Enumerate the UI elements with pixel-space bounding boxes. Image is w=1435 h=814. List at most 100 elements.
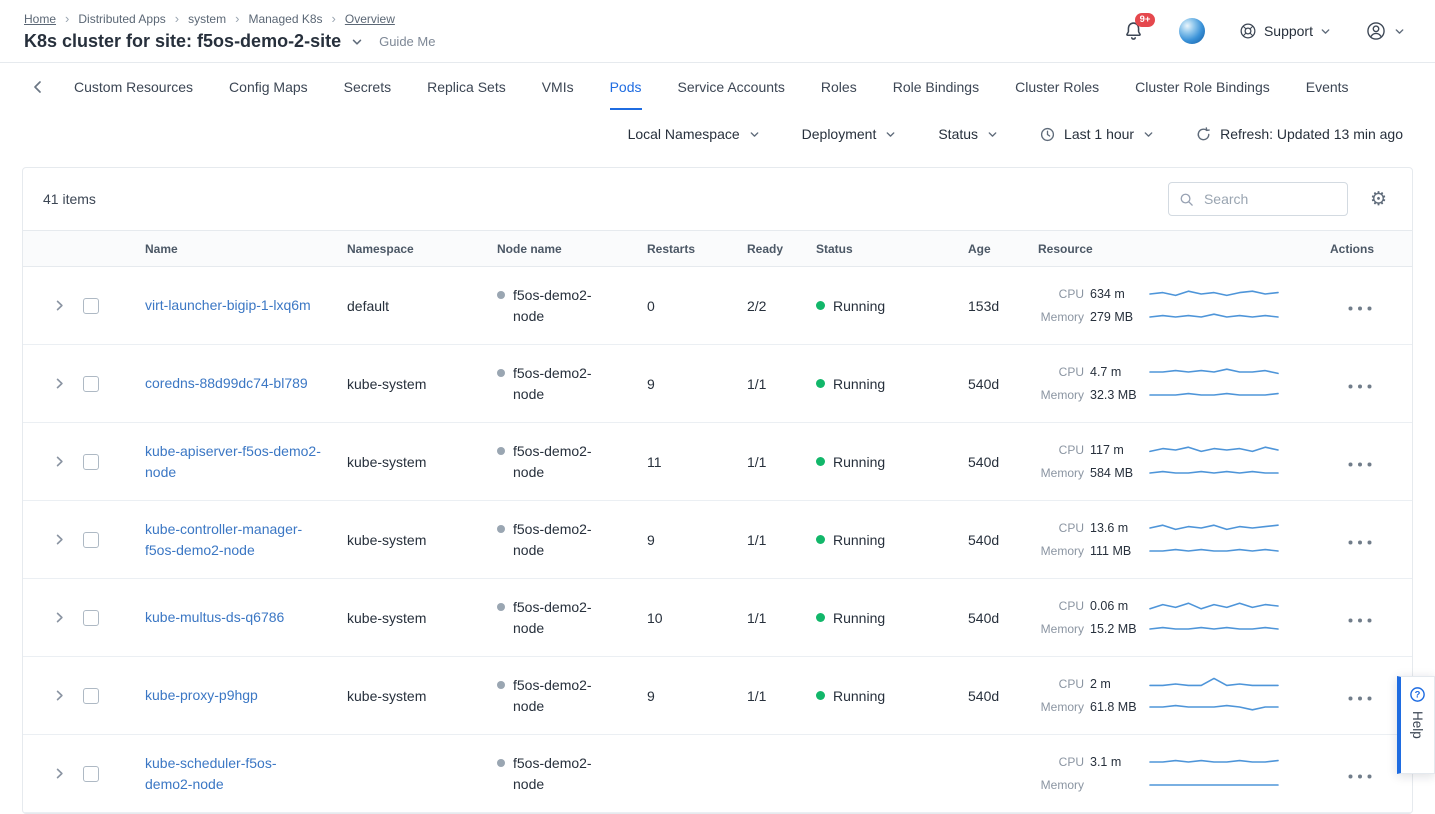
title-chevron-down-icon[interactable] bbox=[351, 36, 363, 48]
cpu-label: CPU bbox=[1038, 365, 1084, 379]
row-actions-button[interactable] bbox=[1348, 540, 1372, 545]
workspace-avatar[interactable] bbox=[1179, 18, 1205, 44]
expand-row-chevron-icon[interactable] bbox=[53, 299, 66, 312]
account-menu[interactable] bbox=[1365, 20, 1405, 42]
refresh-label: Refresh: Updated 13 min ago bbox=[1220, 126, 1403, 142]
guide-me-link[interactable]: Guide Me bbox=[379, 34, 435, 49]
tab-role-bindings[interactable]: Role Bindings bbox=[893, 63, 979, 110]
ready-cell: 1/1 bbox=[727, 454, 796, 470]
pod-name-link[interactable]: kube-controller-manager-f5os-demo2-node bbox=[145, 519, 321, 560]
pod-name-link[interactable]: kube-proxy-p9hgp bbox=[145, 685, 258, 705]
table-settings-gear-icon[interactable]: ⚙ bbox=[1370, 190, 1387, 209]
memory-resource-row: Memory 32.3 MB bbox=[1038, 386, 1310, 404]
column-header-node-name: Node name bbox=[477, 242, 627, 256]
deployment-filter-dropdown[interactable]: Deployment bbox=[802, 126, 897, 142]
namespace-filter-dropdown[interactable]: Local Namespace bbox=[628, 126, 760, 142]
tab-roles[interactable]: Roles bbox=[821, 63, 857, 110]
expand-row-chevron-icon[interactable] bbox=[53, 611, 66, 624]
refresh-button[interactable]: Refresh: Updated 13 min ago bbox=[1196, 126, 1403, 142]
memory-label: Memory bbox=[1038, 778, 1084, 792]
row-checkbox[interactable] bbox=[83, 688, 99, 704]
ready-cell: 2/2 bbox=[727, 298, 796, 314]
tab-events[interactable]: Events bbox=[1306, 63, 1349, 110]
page-title: K8s cluster for site: f5os-demo-2-site bbox=[24, 31, 341, 53]
search-icon bbox=[1179, 192, 1194, 207]
row-actions-button[interactable] bbox=[1348, 306, 1372, 311]
pod-name-link[interactable]: kube-multus-ds-q6786 bbox=[145, 607, 284, 627]
row-actions-button[interactable] bbox=[1348, 696, 1372, 701]
tab-replica-sets[interactable]: Replica Sets bbox=[427, 63, 506, 110]
breadcrumb-separator-icon: › bbox=[332, 12, 336, 25]
ellipsis-icon bbox=[1348, 384, 1372, 389]
support-icon bbox=[1239, 22, 1257, 40]
cpu-resource-row: CPU 2 m bbox=[1038, 675, 1310, 693]
memory-label: Memory bbox=[1038, 622, 1084, 636]
row-checkbox[interactable] bbox=[83, 376, 99, 392]
breadcrumb-item-overview[interactable]: Overview bbox=[345, 12, 395, 26]
restarts-cell: 10 bbox=[627, 610, 727, 626]
notifications-button[interactable]: 9+ bbox=[1122, 20, 1145, 43]
support-menu[interactable]: Support bbox=[1239, 22, 1331, 40]
row-checkbox[interactable] bbox=[83, 298, 99, 314]
tab-cluster-roles[interactable]: Cluster Roles bbox=[1015, 63, 1099, 110]
pod-name-link[interactable]: kube-apiserver-f5os-demo2-node bbox=[145, 441, 321, 482]
row-checkbox[interactable] bbox=[83, 610, 99, 626]
breadcrumb: Home›Distributed Apps›system›Managed K8s… bbox=[24, 12, 435, 26]
status-dot-icon bbox=[816, 535, 825, 544]
cpu-sparkline-chart bbox=[1148, 363, 1280, 381]
tab-secrets[interactable]: Secrets bbox=[344, 63, 391, 110]
age-cell: 540d bbox=[948, 610, 1018, 626]
breadcrumb-item-managed-k8s[interactable]: Managed K8s bbox=[248, 12, 322, 26]
row-checkbox[interactable] bbox=[83, 454, 99, 470]
node-dot-icon bbox=[497, 759, 505, 767]
table-header-row: NameNamespaceNode nameRestartsReadyStatu… bbox=[23, 230, 1412, 267]
tab-config-maps[interactable]: Config Maps bbox=[229, 63, 308, 110]
expand-row-chevron-icon[interactable] bbox=[53, 533, 66, 546]
table-toolbar: 41 items ⚙ bbox=[23, 168, 1412, 230]
tab-pods[interactable]: Pods bbox=[610, 63, 642, 110]
expand-row-chevron-icon[interactable] bbox=[53, 689, 66, 702]
row-checkbox[interactable] bbox=[83, 532, 99, 548]
namespace-cell: kube-system bbox=[327, 688, 477, 704]
ellipsis-icon bbox=[1348, 696, 1372, 701]
tab-vmis[interactable]: VMIs bbox=[542, 63, 574, 110]
status-cell: Running bbox=[796, 532, 948, 548]
cpu-label: CPU bbox=[1038, 599, 1084, 613]
tab-cluster-role-bindings[interactable]: Cluster Role Bindings bbox=[1135, 63, 1270, 110]
memory-label: Memory bbox=[1038, 466, 1084, 480]
row-actions-button[interactable] bbox=[1348, 774, 1372, 779]
refresh-icon bbox=[1196, 127, 1211, 142]
cpu-value: 2 m bbox=[1090, 676, 1148, 692]
expand-row-chevron-icon[interactable] bbox=[53, 377, 66, 390]
column-header-name: Name bbox=[125, 242, 327, 256]
help-button[interactable]: ? Help bbox=[1397, 676, 1435, 774]
row-actions-button[interactable] bbox=[1348, 618, 1372, 623]
pod-name-link[interactable]: coredns-88d99dc74-bl789 bbox=[145, 373, 308, 393]
cpu-value: 4.7 m bbox=[1090, 364, 1148, 380]
tab-bar: Custom Resources Config Maps Secrets Replic… bbox=[0, 63, 1435, 110]
tab-custom-resources[interactable]: Custom Resources bbox=[74, 63, 193, 110]
memory-sparkline-chart bbox=[1148, 308, 1280, 326]
row-actions-button[interactable] bbox=[1348, 462, 1372, 467]
age-cell: 540d bbox=[948, 532, 1018, 548]
table-row: kube-controller-manager-f5os-demo2-node … bbox=[23, 501, 1412, 579]
memory-label: Memory bbox=[1038, 388, 1084, 402]
status-cell: Running bbox=[796, 376, 948, 392]
cpu-label: CPU bbox=[1038, 443, 1084, 457]
pod-name-link[interactable]: virt-launcher-bigip-1-lxq6m bbox=[145, 295, 311, 315]
row-actions-button[interactable] bbox=[1348, 384, 1372, 389]
table-row: kube-scheduler-f5os-demo2-node f5os-demo… bbox=[23, 735, 1412, 813]
tab-service-accounts[interactable]: Service Accounts bbox=[678, 63, 785, 110]
node-name-text: f5os-demo2-node bbox=[513, 441, 613, 482]
search-input[interactable] bbox=[1202, 190, 1337, 208]
breadcrumb-item-system[interactable]: system bbox=[188, 12, 226, 26]
filter-bar: Local Namespace Deployment Status Last 1… bbox=[0, 126, 1403, 142]
memory-resource-row: Memory 61.8 MB bbox=[1038, 698, 1310, 716]
tabs-scroll-left-chevron-icon[interactable] bbox=[30, 63, 46, 110]
breadcrumb-item-distributed-apps[interactable]: Distributed Apps bbox=[78, 12, 165, 26]
expand-row-chevron-icon[interactable] bbox=[53, 455, 66, 468]
status-filter-dropdown[interactable]: Status bbox=[938, 126, 998, 142]
breadcrumb-separator-icon: › bbox=[65, 12, 69, 25]
time-range-filter-dropdown[interactable]: Last 1 hour bbox=[1040, 126, 1154, 142]
breadcrumb-item-home[interactable]: Home bbox=[24, 12, 56, 26]
